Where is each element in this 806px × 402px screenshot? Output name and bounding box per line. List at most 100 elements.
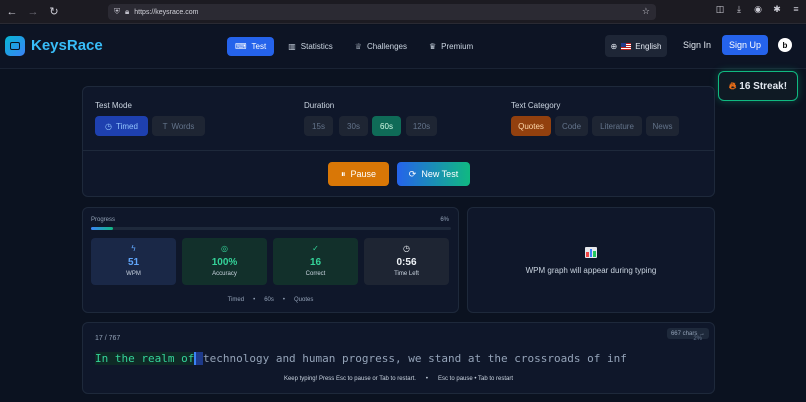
main-nav: ⌨ Test ▥ Statistics ♕ Challenges ♛ Premi… [227, 37, 481, 56]
category-news-button[interactable]: News [646, 116, 679, 136]
bullet-separator: • [253, 297, 256, 303]
clock-icon: ◷ [403, 244, 410, 253]
bookmark-star-icon[interactable]: ☆ [642, 6, 650, 17]
summary-duration: 60s [264, 297, 274, 303]
app-header: KeysRace ⌨ Test ▥ Statistics ♕ Challenge… [0, 25, 806, 69]
pause-button[interactable]: ⏸︎ Pause [328, 162, 389, 186]
target-icon: ◎ [221, 244, 228, 253]
typed-text: In the realm of [95, 352, 195, 365]
keyboard-icon: ⌨ [235, 42, 247, 51]
stat-correct-value: 16 [309, 257, 322, 268]
nav-premium-label: Premium [441, 42, 474, 51]
category-quotes-button[interactable]: Quotes [511, 116, 551, 136]
stat-time-left-value: 0:56 [396, 257, 417, 268]
category-literature-button[interactable]: Literature [592, 116, 642, 136]
nav-statistics-label: Statistics [300, 42, 333, 51]
typing-hint: Keep typing! Press Esc to pause or Tab t… [83, 376, 714, 382]
wpm-graph-panel: WPM graph will appear during typing [467, 207, 715, 313]
duration-15s-button[interactable]: 15s [304, 116, 333, 136]
reload-icon[interactable]: ↻ [45, 3, 63, 21]
sign-up-button[interactable]: Sign Up [722, 35, 768, 55]
nav-challenges[interactable]: ♕ Challenges [347, 37, 415, 56]
mode-words-label: Words [171, 121, 195, 131]
stat-correct-label: Correct [305, 271, 326, 277]
summary-category: Quotes [294, 297, 314, 303]
browser-toolbar: ← → ↻ ⛨ 🔒︎ https://keysrace.com ☆ ◫ ⤓ ◉ … [0, 0, 806, 24]
fire-icon: 🔥︎ [728, 80, 737, 92]
nav-premium[interactable]: ♛ Premium [421, 37, 481, 56]
new-test-button[interactable]: ⟳ New Test [397, 162, 470, 186]
stat-wpm: ϟ 51 WPM [91, 238, 176, 285]
typing-percent: 2% [693, 336, 702, 342]
sign-in-link[interactable]: Sign In [683, 40, 711, 50]
hint-primary: Keep typing! Press Esc to pause or Tab t… [283, 376, 416, 382]
language-selector[interactable]: ⊕ English [605, 35, 667, 57]
text-category-title: Text Category [511, 101, 561, 110]
duration-60s-button[interactable]: 60s [372, 116, 401, 136]
stat-time-left: ◷ 0:56 Time Left [364, 238, 449, 285]
nav-statistics[interactable]: ▥ Statistics [280, 37, 341, 56]
character-count: 17 / 767 [95, 335, 121, 342]
text-icon: T [162, 121, 168, 131]
bar-chart-icon: ▥ [288, 42, 296, 51]
extensions-icon[interactable]: ✱ [771, 4, 783, 15]
streak-label: 16 Streak! [739, 80, 788, 92]
hint-secondary: Esc to pause • Tab to restart [438, 376, 514, 382]
us-flag-icon [621, 42, 632, 50]
graph-placeholder: WPM graph will appear during typing [525, 266, 657, 275]
remaining-text: technology and human progress, we stand … [202, 352, 627, 365]
account-icon[interactable]: ◉ [752, 4, 764, 15]
stat-accuracy: ◎ 100% Accuracy [182, 238, 267, 285]
pause-label: Pause [350, 169, 377, 179]
progress-bar [91, 227, 451, 230]
bar-chart-icon [585, 247, 597, 258]
streak-badge: 🔥︎ 16 Streak! [718, 71, 798, 101]
divider [83, 150, 714, 151]
progress-bar-fill [91, 227, 113, 230]
mode-timed-button[interactable]: ◷ Timed [95, 116, 148, 136]
stat-accuracy-value: 100% [211, 257, 238, 268]
url-text: https://keysrace.com [134, 8, 199, 16]
keyboard-logo-icon[interactable] [5, 36, 25, 56]
shield-icon: ⛨ [114, 7, 120, 16]
test-mode-title: Test Mode [95, 101, 132, 110]
crown-icon: ♛ [429, 42, 437, 51]
duration-120s-button[interactable]: 120s [406, 116, 437, 136]
typing-text[interactable]: In the realm of technology and human pro… [95, 352, 627, 365]
test-settings-panel: Test Mode ◷ Timed T Words Duration 15s 3… [82, 86, 715, 197]
stat-correct: ✓ 16 Correct [273, 238, 358, 285]
progress-percent: 6% [440, 217, 449, 223]
language-label: English [635, 41, 662, 51]
test-summary: Timed • 60s • Quotes [83, 297, 458, 303]
download-icon[interactable]: ⤓ [733, 4, 745, 15]
brand-name[interactable]: KeysRace [31, 37, 103, 54]
progress-label: Progress [91, 217, 116, 223]
globe-icon: ⊕ [610, 41, 618, 51]
mode-timed-label: Timed [116, 121, 138, 131]
stats-panel: Progress 6% ϟ 51 WPM ◎ 100% Accuracy ✓ 1… [82, 207, 459, 313]
pocket-icon[interactable]: ◫ [714, 4, 726, 15]
nav-challenges-label: Challenges [366, 42, 407, 51]
mode-words-button[interactable]: T Words [152, 116, 205, 136]
clock-icon: ◷ [105, 121, 113, 131]
nav-test[interactable]: ⌨ Test [227, 37, 275, 56]
summary-mode: Timed [227, 297, 245, 303]
back-icon[interactable]: ← [3, 3, 21, 21]
address-bar[interactable]: ⛨ 🔒︎ https://keysrace.com ☆ [108, 4, 656, 20]
refresh-icon: ⟳ [408, 168, 417, 179]
lightning-icon: ϟ [131, 244, 136, 253]
forward-icon[interactable]: → [24, 3, 42, 21]
stat-wpm-value: 51 [127, 257, 140, 268]
menu-icon[interactable]: ≡ [790, 4, 802, 15]
trophy-icon: ♕ [354, 42, 362, 51]
stat-accuracy-label: Accuracy [212, 271, 237, 277]
duration-30s-button[interactable]: 30s [339, 116, 368, 136]
typing-area[interactable]: 17 / 767 667 chars → 2% In the realm of … [82, 322, 715, 394]
new-test-label: New Test [421, 169, 459, 179]
nav-test-label: Test [251, 42, 267, 51]
check-circle-icon: ✓ [312, 244, 319, 253]
avatar[interactable]: b [778, 38, 792, 52]
category-code-button[interactable]: Code [555, 116, 588, 136]
bullet-separator: • [282, 297, 285, 303]
bullet-separator: • [425, 376, 429, 382]
